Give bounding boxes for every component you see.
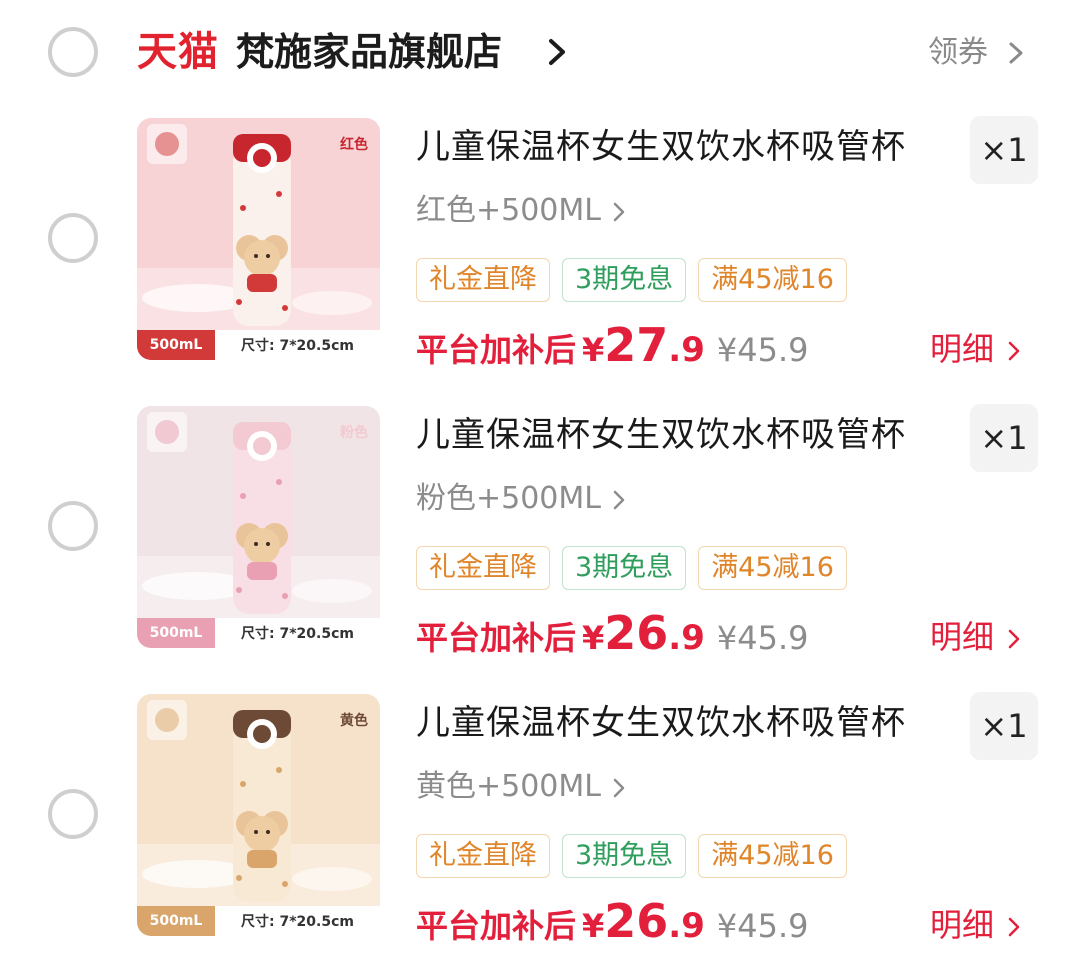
detail-label: 明细	[930, 330, 995, 368]
cart-item: 黄色 500mL 尺寸: 7*20.5cm 儿童保温杯女生双饮水杯吸管杯 ×1 …	[0, 692, 1080, 980]
item-select-radio[interactable]	[48, 789, 98, 839]
promo-badge: 礼金直降	[416, 258, 550, 302]
store-name[interactable]: 梵施家品旗舰店	[236, 26, 502, 78]
price-integer: 26	[604, 606, 669, 660]
currency-symbol: ¥	[582, 907, 605, 945]
promo-badge: 满45减16	[698, 258, 847, 302]
price-integer: 27	[604, 318, 669, 372]
sku-selector[interactable]: 红色+500ML	[416, 188, 627, 234]
price-detail-link[interactable]: 明细	[930, 902, 1022, 948]
original-price: ¥45.9	[716, 331, 809, 369]
quantity-button[interactable]: ×1	[970, 404, 1038, 472]
promo-badge: 3期免息	[562, 258, 687, 302]
chevron-right-icon	[1008, 341, 1020, 361]
price-row: 平台加补后 ¥ 26 .9 ¥45.9	[416, 894, 808, 954]
original-price: ¥45.9	[716, 907, 809, 945]
store-select-radio[interactable]	[48, 27, 98, 77]
product-title[interactable]: 儿童保温杯女生双饮水杯吸管杯	[416, 122, 906, 172]
product-image	[137, 694, 380, 936]
thumb-volume: 500mL	[137, 906, 215, 936]
chevron-right-icon[interactable]	[545, 36, 569, 68]
price-decimal: .9	[668, 330, 705, 370]
price-integer: 26	[604, 894, 669, 948]
thumb-size: 尺寸: 7*20.5cm	[215, 906, 380, 936]
item-select-radio[interactable]	[48, 501, 98, 551]
chevron-right-icon	[613, 202, 625, 221]
coupon-link[interactable]: 领券	[928, 30, 988, 76]
product-thumbnail[interactable]: 粉色 500mL 尺寸: 7*20.5cm	[137, 406, 380, 648]
sku-label: 黄色+500ML	[416, 769, 601, 804]
thumb-size: 尺寸: 7*20.5cm	[215, 618, 380, 648]
thumb-volume: 500mL	[137, 330, 215, 360]
thumb-footer: 500mL 尺寸: 7*20.5cm	[137, 330, 380, 360]
original-price: ¥45.9	[716, 619, 809, 657]
promo-badge: 礼金直降	[416, 546, 550, 590]
product-title[interactable]: 儿童保温杯女生双饮水杯吸管杯	[416, 410, 906, 460]
price-detail-link[interactable]: 明细	[930, 326, 1022, 372]
price-decimal: .9	[668, 906, 705, 946]
thumb-color-tag: 黄色	[340, 713, 368, 729]
chevron-right-icon	[1008, 917, 1020, 937]
quantity-button[interactable]: ×1	[970, 692, 1038, 760]
chevron-right-icon	[613, 778, 625, 797]
thumb-color-tag: 红色	[340, 137, 368, 153]
currency-symbol: ¥	[582, 331, 605, 369]
promo-badge: 3期免息	[562, 546, 687, 590]
sku-label: 红色+500ML	[416, 193, 601, 228]
detail-label: 明细	[930, 618, 995, 656]
promo-badge: 礼金直降	[416, 834, 550, 878]
promo-badge: 3期免息	[562, 834, 687, 878]
chevron-right-icon	[613, 490, 625, 509]
thumb-footer: 500mL 尺寸: 7*20.5cm	[137, 906, 380, 936]
store-header: 天猫 梵施家品旗舰店 领券	[0, 0, 1080, 100]
product-image	[137, 406, 380, 648]
price-label: 平台加补后	[416, 907, 577, 945]
product-image	[137, 118, 380, 360]
promo-badges: 礼金直降 3期免息 满45减16	[416, 546, 847, 590]
thumb-volume: 500mL	[137, 618, 215, 648]
quantity-button[interactable]: ×1	[970, 116, 1038, 184]
price-detail-link[interactable]: 明细	[930, 614, 1022, 660]
chevron-right-icon	[1008, 629, 1020, 649]
product-thumbnail[interactable]: 黄色 500mL 尺寸: 7*20.5cm	[137, 694, 380, 936]
thumb-size: 尺寸: 7*20.5cm	[215, 330, 380, 360]
cart-item: 红色 500mL 尺寸: 7*20.5cm 儿童保温杯女生双饮水杯吸管杯 ×1 …	[0, 116, 1080, 404]
product-thumbnail[interactable]: 红色 500mL 尺寸: 7*20.5cm	[137, 118, 380, 360]
price-decimal: .9	[668, 618, 705, 658]
promo-badges: 礼金直降 3期免息 满45减16	[416, 834, 847, 878]
price-row: 平台加补后 ¥ 26 .9 ¥45.9	[416, 606, 808, 666]
promo-badge: 满45减16	[698, 834, 847, 878]
cart-item: 粉色 500mL 尺寸: 7*20.5cm 儿童保温杯女生双饮水杯吸管杯 ×1 …	[0, 404, 1080, 692]
sku-label: 粉色+500ML	[416, 481, 601, 516]
sku-selector[interactable]: 粉色+500ML	[416, 476, 627, 522]
sku-selector[interactable]: 黄色+500ML	[416, 764, 627, 810]
price-label: 平台加补后	[416, 619, 577, 657]
product-title[interactable]: 儿童保温杯女生双饮水杯吸管杯	[416, 698, 906, 748]
detail-label: 明细	[930, 906, 995, 944]
price-row: 平台加补后 ¥ 27 .9 ¥45.9	[416, 318, 808, 378]
currency-symbol: ¥	[582, 619, 605, 657]
tmall-logo: 天猫	[137, 29, 219, 75]
item-select-radio[interactable]	[48, 213, 98, 263]
promo-badge: 满45减16	[698, 546, 847, 590]
promo-badges: 礼金直降 3期免息 满45减16	[416, 258, 847, 302]
thumb-color-tag: 粉色	[340, 425, 368, 441]
price-label: 平台加补后	[416, 331, 577, 369]
chevron-right-icon[interactable]	[1007, 40, 1025, 66]
thumb-footer: 500mL 尺寸: 7*20.5cm	[137, 618, 380, 648]
